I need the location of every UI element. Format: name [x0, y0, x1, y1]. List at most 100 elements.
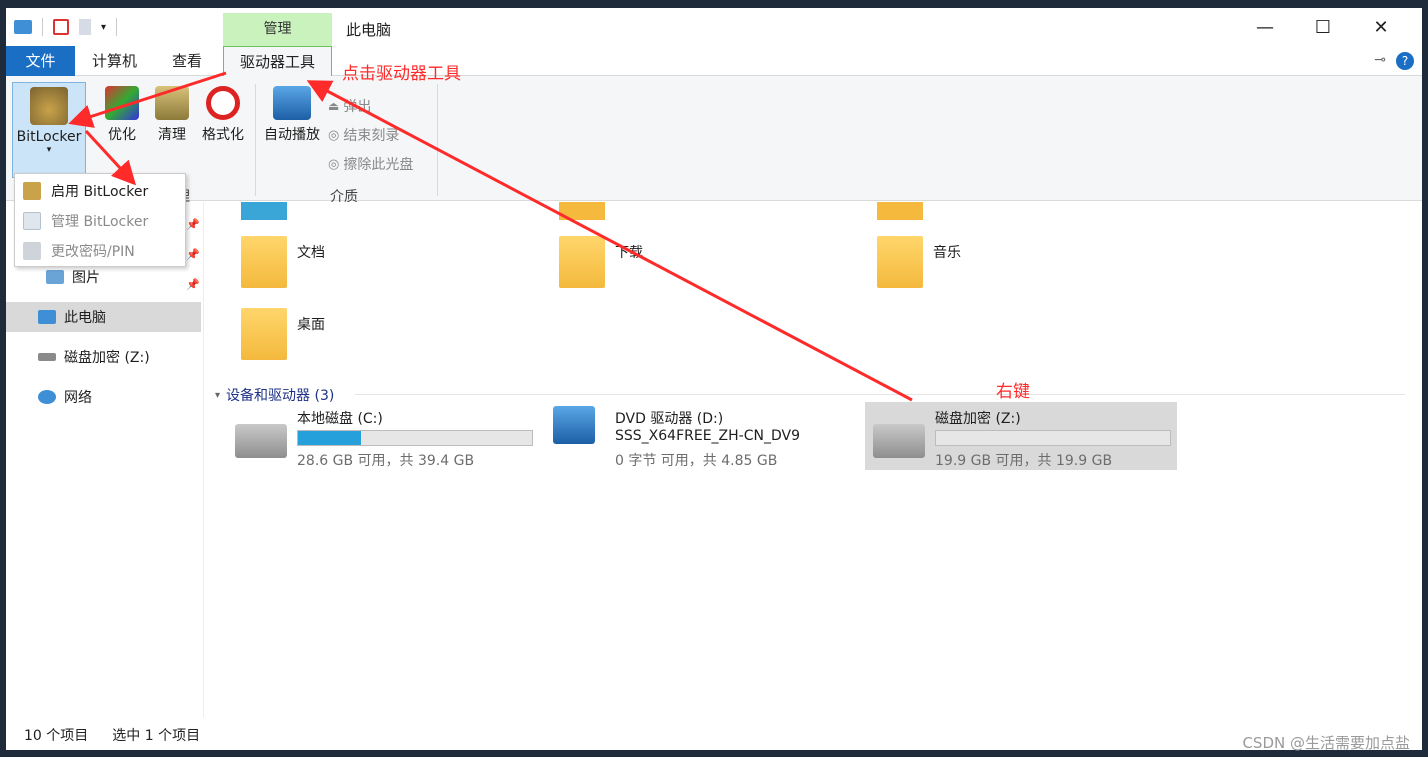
explorer-window: ▾ 管理 此电脑 — ☐ ✕ 文件 计算机 查看 驱动器工具 ⊸ ? BitLo…	[6, 8, 1422, 750]
erase-disc-label: 擦除此光盘	[343, 157, 414, 173]
padlock-key-icon	[30, 87, 68, 125]
erase-disc-button[interactable]: ◎ 擦除此光盘	[328, 154, 413, 174]
drive-c[interactable]: 本地磁盘 (C:) 28.6 GB 可用，共 39.4 GB	[227, 402, 539, 470]
nav-label: 此电脑	[64, 310, 106, 326]
pictures-icon	[46, 270, 64, 284]
tab-drive-tools[interactable]: 驱动器工具	[223, 46, 332, 77]
folder-downloads[interactable]: 下载	[559, 236, 643, 288]
minimize-button[interactable]: —	[1236, 8, 1294, 46]
folder-music[interactable]: 音乐	[877, 236, 961, 288]
quick-access-toolbar: ▾	[14, 18, 118, 36]
tab-file[interactable]: 文件	[6, 46, 75, 76]
nav-label: 网络	[64, 390, 92, 406]
drive-z[interactable]: 磁盘加密 (Z:) 19.9 GB 可用，共 19.9 GB	[865, 402, 1177, 470]
tab-computer[interactable]: 计算机	[78, 46, 151, 76]
windows-drive-icon	[235, 424, 287, 458]
folder-desktop[interactable]: 桌面	[241, 308, 325, 360]
optimize-label: 优化	[108, 127, 136, 143]
folder-documents[interactable]: 文档	[241, 236, 325, 288]
key-icon	[23, 182, 41, 200]
bitlocker-label: BitLocker	[16, 129, 82, 145]
eject-label: 弹出	[343, 99, 372, 115]
optimize-icon	[105, 86, 139, 120]
checklist-icon	[23, 212, 41, 230]
help-icon[interactable]: ?	[1396, 52, 1414, 70]
disc-icon: ◎	[328, 127, 340, 143]
pin-icon: 📌	[186, 218, 200, 231]
drive-usage-bar	[297, 430, 533, 446]
status-bar: 10 个项目 选中 1 个项目	[6, 720, 1422, 750]
format-button[interactable]: 格式化	[200, 86, 246, 144]
cleanup-button[interactable]: 清理	[154, 86, 190, 144]
folder-icon-partial	[241, 202, 287, 220]
finish-burn-label: 结束刻录	[343, 128, 400, 144]
pin-ribbon-icon[interactable]: ⊸	[1374, 52, 1386, 70]
tab-row-icons: ⊸ ?	[1374, 52, 1414, 70]
folder-icon-partial	[559, 202, 605, 220]
close-button[interactable]: ✕	[1352, 8, 1410, 46]
folder-icon-partial	[877, 202, 923, 220]
content-pane: 文档 下载 音乐 桌面 ▾ 设备和驱动器 (3) 本地磁盘 (C:) 28.6 …	[205, 202, 1422, 718]
menu-item-manage-bitlocker[interactable]: 管理 BitLocker	[15, 206, 185, 236]
drive-usage-bar	[935, 430, 1171, 446]
menu-item-change-pin[interactable]: 更改密码/PIN	[15, 236, 185, 266]
drive-name: 磁盘加密 (Z:)	[935, 411, 1021, 427]
eject-icon: ⏏	[328, 99, 340, 113]
drive-name: 本地磁盘 (C:)	[297, 411, 383, 427]
eject-button[interactable]: ⏏ 弹出	[328, 96, 371, 116]
music-folder-icon	[877, 236, 923, 288]
pin-icon: 📌	[186, 248, 200, 261]
ribbon-separator	[255, 84, 256, 196]
menu-item-enable-bitlocker[interactable]: 启用 BitLocker	[15, 176, 185, 206]
drive-volume-label: SSS_X64FREE_ZH-CN_DV9	[615, 428, 800, 444]
drive-space: 28.6 GB 可用，共 39.4 GB	[297, 453, 475, 469]
finish-burn-button[interactable]: ◎ 结束刻录	[328, 125, 399, 145]
separator	[116, 18, 118, 36]
computer-icon[interactable]	[14, 20, 32, 34]
format-label: 格式化	[202, 127, 244, 143]
nav-item-encrypted-drive[interactable]: 磁盘加密 (Z:)	[6, 342, 201, 372]
drive-space: 0 字节 可用，共 4.85 GB	[615, 453, 778, 469]
ribbon-panel: BitLocker ▾ 优化 清理 格式化 理 自动播放 ⏏ 弹出 ◎ 结束刻录	[6, 76, 1422, 205]
chevron-down-icon: ▾	[215, 389, 221, 401]
nav-item-network[interactable]: 网络	[6, 382, 201, 412]
key-icon	[23, 242, 41, 260]
chevron-down-icon[interactable]: ▾	[101, 22, 106, 33]
drive-d[interactable]: DVD 驱动器 (D:) SSS_X64FREE_ZH-CN_DV9 0 字节 …	[545, 402, 857, 470]
format-icon	[206, 86, 240, 120]
bitlocker-button[interactable]: BitLocker ▾	[12, 82, 86, 178]
ribbon-separator	[437, 84, 438, 196]
drive-space: 19.9 GB 可用，共 19.9 GB	[935, 453, 1113, 469]
pin-icon: 📌	[186, 278, 200, 291]
properties-check-icon[interactable]	[53, 19, 69, 35]
menu-item-label: 启用 BitLocker	[51, 184, 149, 200]
window-title: 此电脑	[346, 21, 392, 39]
computer-icon	[38, 310, 56, 324]
ribbon-tab-row: 文件 计算机 查看 驱动器工具 ⊸ ?	[6, 46, 1422, 77]
menu-item-label: 管理 BitLocker	[51, 214, 149, 230]
cleanup-icon	[155, 86, 189, 120]
selection-count: 选中 1 个项目	[112, 728, 201, 744]
title-bar: ▾ 管理 此电脑 — ☐ ✕	[6, 8, 1422, 46]
tab-view[interactable]: 查看	[158, 46, 216, 76]
nav-item-this-pc[interactable]: 此电脑	[6, 302, 201, 332]
watermark: CSDN @生活需要加点盐	[1242, 734, 1410, 752]
new-folder-icon[interactable]	[79, 19, 91, 35]
autoplay-button[interactable]: 自动播放	[261, 86, 323, 144]
optimize-button[interactable]: 优化	[102, 86, 142, 144]
downloads-folder-icon	[559, 236, 605, 288]
cleanup-label: 清理	[158, 127, 186, 143]
drive-icon	[873, 424, 925, 458]
nav-label: 图片	[72, 270, 100, 286]
drive-name: DVD 驱动器 (D:)	[615, 411, 724, 427]
navigation-pane: 📌 📌 图片 📌 此电脑 磁盘加密 (Z:) 网络	[6, 202, 204, 718]
drive-icon	[38, 353, 56, 361]
folder-label: 桌面	[297, 317, 325, 333]
item-count: 10 个项目	[24, 728, 89, 744]
nav-label: 磁盘加密 (Z:)	[64, 350, 150, 366]
section-divider	[355, 394, 1405, 395]
maximize-button[interactable]: ☐	[1294, 8, 1352, 46]
network-icon	[38, 390, 56, 404]
chevron-down-icon: ▾	[46, 145, 52, 155]
folder-label: 音乐	[933, 245, 961, 261]
